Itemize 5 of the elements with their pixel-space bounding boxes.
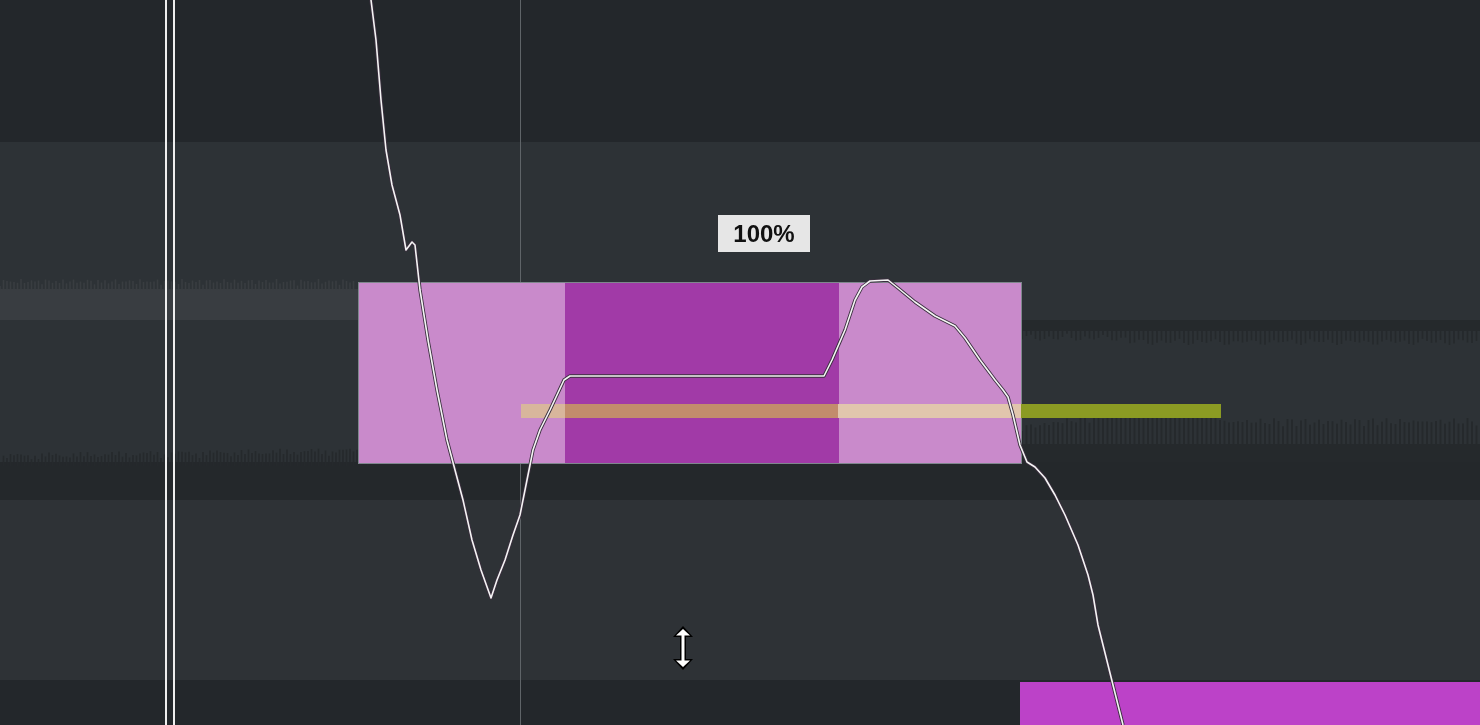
playhead-marker[interactable] <box>165 0 175 725</box>
percentage-label: 100% <box>718 215 810 252</box>
pitch-center-line[interactable] <box>521 404 1221 418</box>
note-segment[interactable] <box>358 282 1022 464</box>
vertical-resize-cursor-icon <box>671 625 695 671</box>
